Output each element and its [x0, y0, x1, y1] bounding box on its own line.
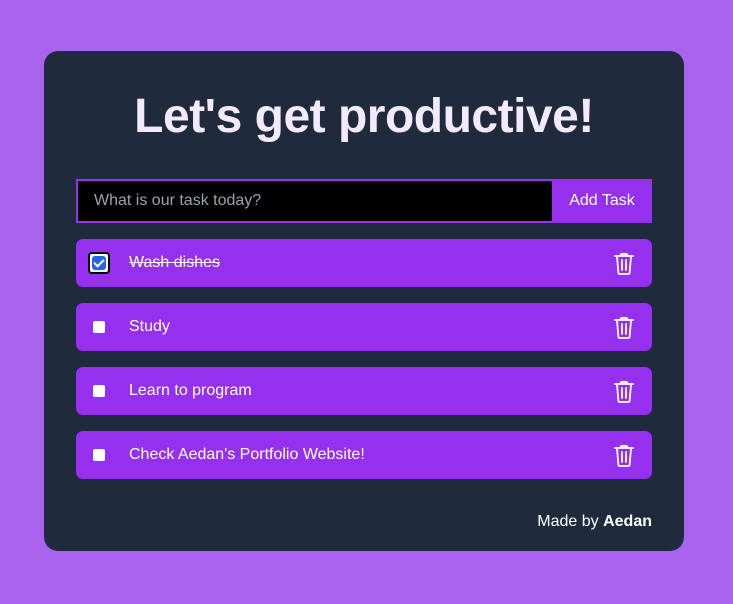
todo-card: Let's get productive! Add Task Wash dish… — [44, 51, 684, 551]
task-label: Check Aedan's Portfolio Website! — [129, 446, 365, 463]
add-task-form: Add Task — [76, 179, 652, 223]
task-checkbox[interactable] — [93, 385, 105, 397]
task-input[interactable] — [76, 179, 552, 223]
trash-icon[interactable] — [613, 443, 635, 467]
task-list: Wash dishes Study Learn to program Check… — [76, 239, 652, 495]
task-label: Study — [129, 318, 170, 335]
task-item-1: Study — [76, 303, 652, 351]
trash-icon[interactable] — [613, 379, 635, 403]
task-item-2: Learn to program — [76, 367, 652, 415]
add-task-button[interactable]: Add Task — [552, 179, 652, 223]
task-checkbox-wrap — [88, 316, 110, 338]
task-label: Wash dishes — [129, 254, 220, 271]
trash-icon[interactable] — [613, 251, 635, 275]
task-item-0: Wash dishes — [76, 239, 652, 287]
footer-credit: Made by Aedan — [537, 513, 652, 531]
page-title: Let's get productive! — [134, 90, 594, 143]
task-label: Learn to program — [129, 382, 252, 399]
task-checkbox[interactable] — [92, 256, 106, 270]
task-checkbox-focus-ring — [88, 252, 110, 274]
task-checkbox[interactable] — [93, 449, 105, 461]
footer-author: Aedan — [603, 513, 652, 530]
task-checkbox-wrap — [88, 444, 110, 466]
task-checkbox-wrap — [88, 380, 110, 402]
footer-prefix: Made by — [537, 513, 599, 530]
trash-icon[interactable] — [613, 315, 635, 339]
task-item-3: Check Aedan's Portfolio Website! — [76, 431, 652, 479]
task-checkbox[interactable] — [93, 321, 105, 333]
